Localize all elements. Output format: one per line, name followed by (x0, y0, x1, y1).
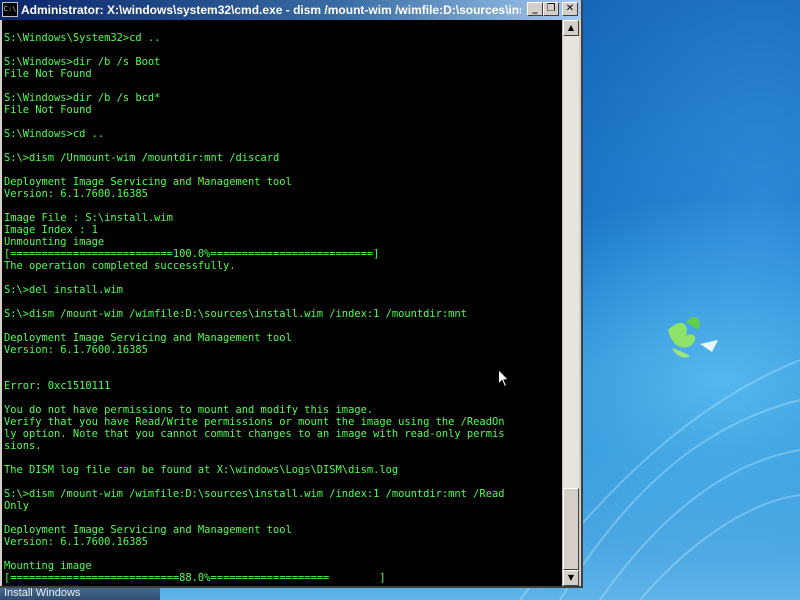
scroll-down-button[interactable]: ▼ (563, 570, 579, 586)
console-line: sions. (4, 440, 42, 452)
console-line: S:\Windows>dir /b /s bcd* (4, 92, 161, 104)
console-line: You do not have permissions to mount and… (4, 404, 374, 416)
console-line: S:\Windows>cd .. (4, 128, 105, 140)
console-line: The DISM log file can be found at X:\win… (4, 464, 399, 476)
console-line: ly option. Note that you cannot commit c… (4, 428, 505, 440)
vertical-scrollbar[interactable]: ▲ ▼ (562, 20, 579, 586)
console-lines: S:\Windows\System32>cd .. S:\Windows>dir … (4, 32, 562, 584)
cmd-icon[interactable]: C:\ (2, 2, 18, 17)
console-line: S:\>dism /mount-wim /wimfile:D:\sources\… (4, 488, 505, 500)
console-line: S:\>dism /Unmount-wim /mountdir:mnt /dis… (4, 152, 280, 164)
console-line: Deployment Image Servicing and Managemen… (4, 524, 292, 536)
console-line: Mounting image (4, 560, 92, 572)
console-line: Version: 6.1.7600.16385 (4, 536, 148, 548)
console-line: [==========================100.0%=======… (4, 248, 380, 260)
console-line: S:\>dism /mount-wim /wimfile:D:\sources\… (4, 308, 467, 320)
wallpaper-fish-logo (668, 316, 718, 358)
console-line: S:\Windows\System32>cd .. (4, 32, 161, 44)
console-line: Version: 6.1.7600.16385 (4, 344, 148, 356)
window-title: Administrator: X:\windows\system32\cmd.e… (21, 3, 521, 17)
maximize-button[interactable]: ❐ (543, 2, 559, 16)
console-line: Image Index : 1 (4, 224, 98, 236)
cmd-window[interactable]: C:\ Administrator: X:\windows\system32\c… (0, 0, 583, 588)
mouse-pointer-icon (498, 369, 510, 388)
minimize-button[interactable]: _ (527, 2, 543, 16)
console-line: Deployment Image Servicing and Managemen… (4, 332, 292, 344)
console-line: Deployment Image Servicing and Managemen… (4, 176, 292, 188)
scroll-thumb[interactable] (563, 488, 579, 570)
console-line: Verify that you have Read/Write permissi… (4, 416, 505, 428)
console-line: File Not Found (4, 104, 92, 116)
console-output[interactable]: S:\Windows\System32>cd .. S:\Windows>dir … (2, 20, 562, 586)
console-line: Image File : S:\install.wim (4, 212, 173, 224)
console-line: Unmounting image (4, 236, 105, 248)
scroll-up-button[interactable]: ▲ (563, 20, 579, 36)
console-line: Only (4, 500, 30, 512)
console-line: Version: 6.1.7600.16385 (4, 188, 148, 200)
window-titlebar[interactable]: C:\ Administrator: X:\windows\system32\c… (0, 0, 581, 20)
close-button[interactable]: ✕ (562, 2, 578, 16)
console-line: File Not Found (4, 68, 92, 80)
console-line: The operation completed successfully. (4, 260, 236, 272)
console-line: Error: 0xc1510111 (4, 380, 111, 392)
console-line: S:\Windows>dir /b /s Boot (4, 56, 161, 68)
console-line: S:\>del install.wim (4, 284, 123, 296)
console-line: [===========================88.0%=======… (4, 572, 386, 584)
